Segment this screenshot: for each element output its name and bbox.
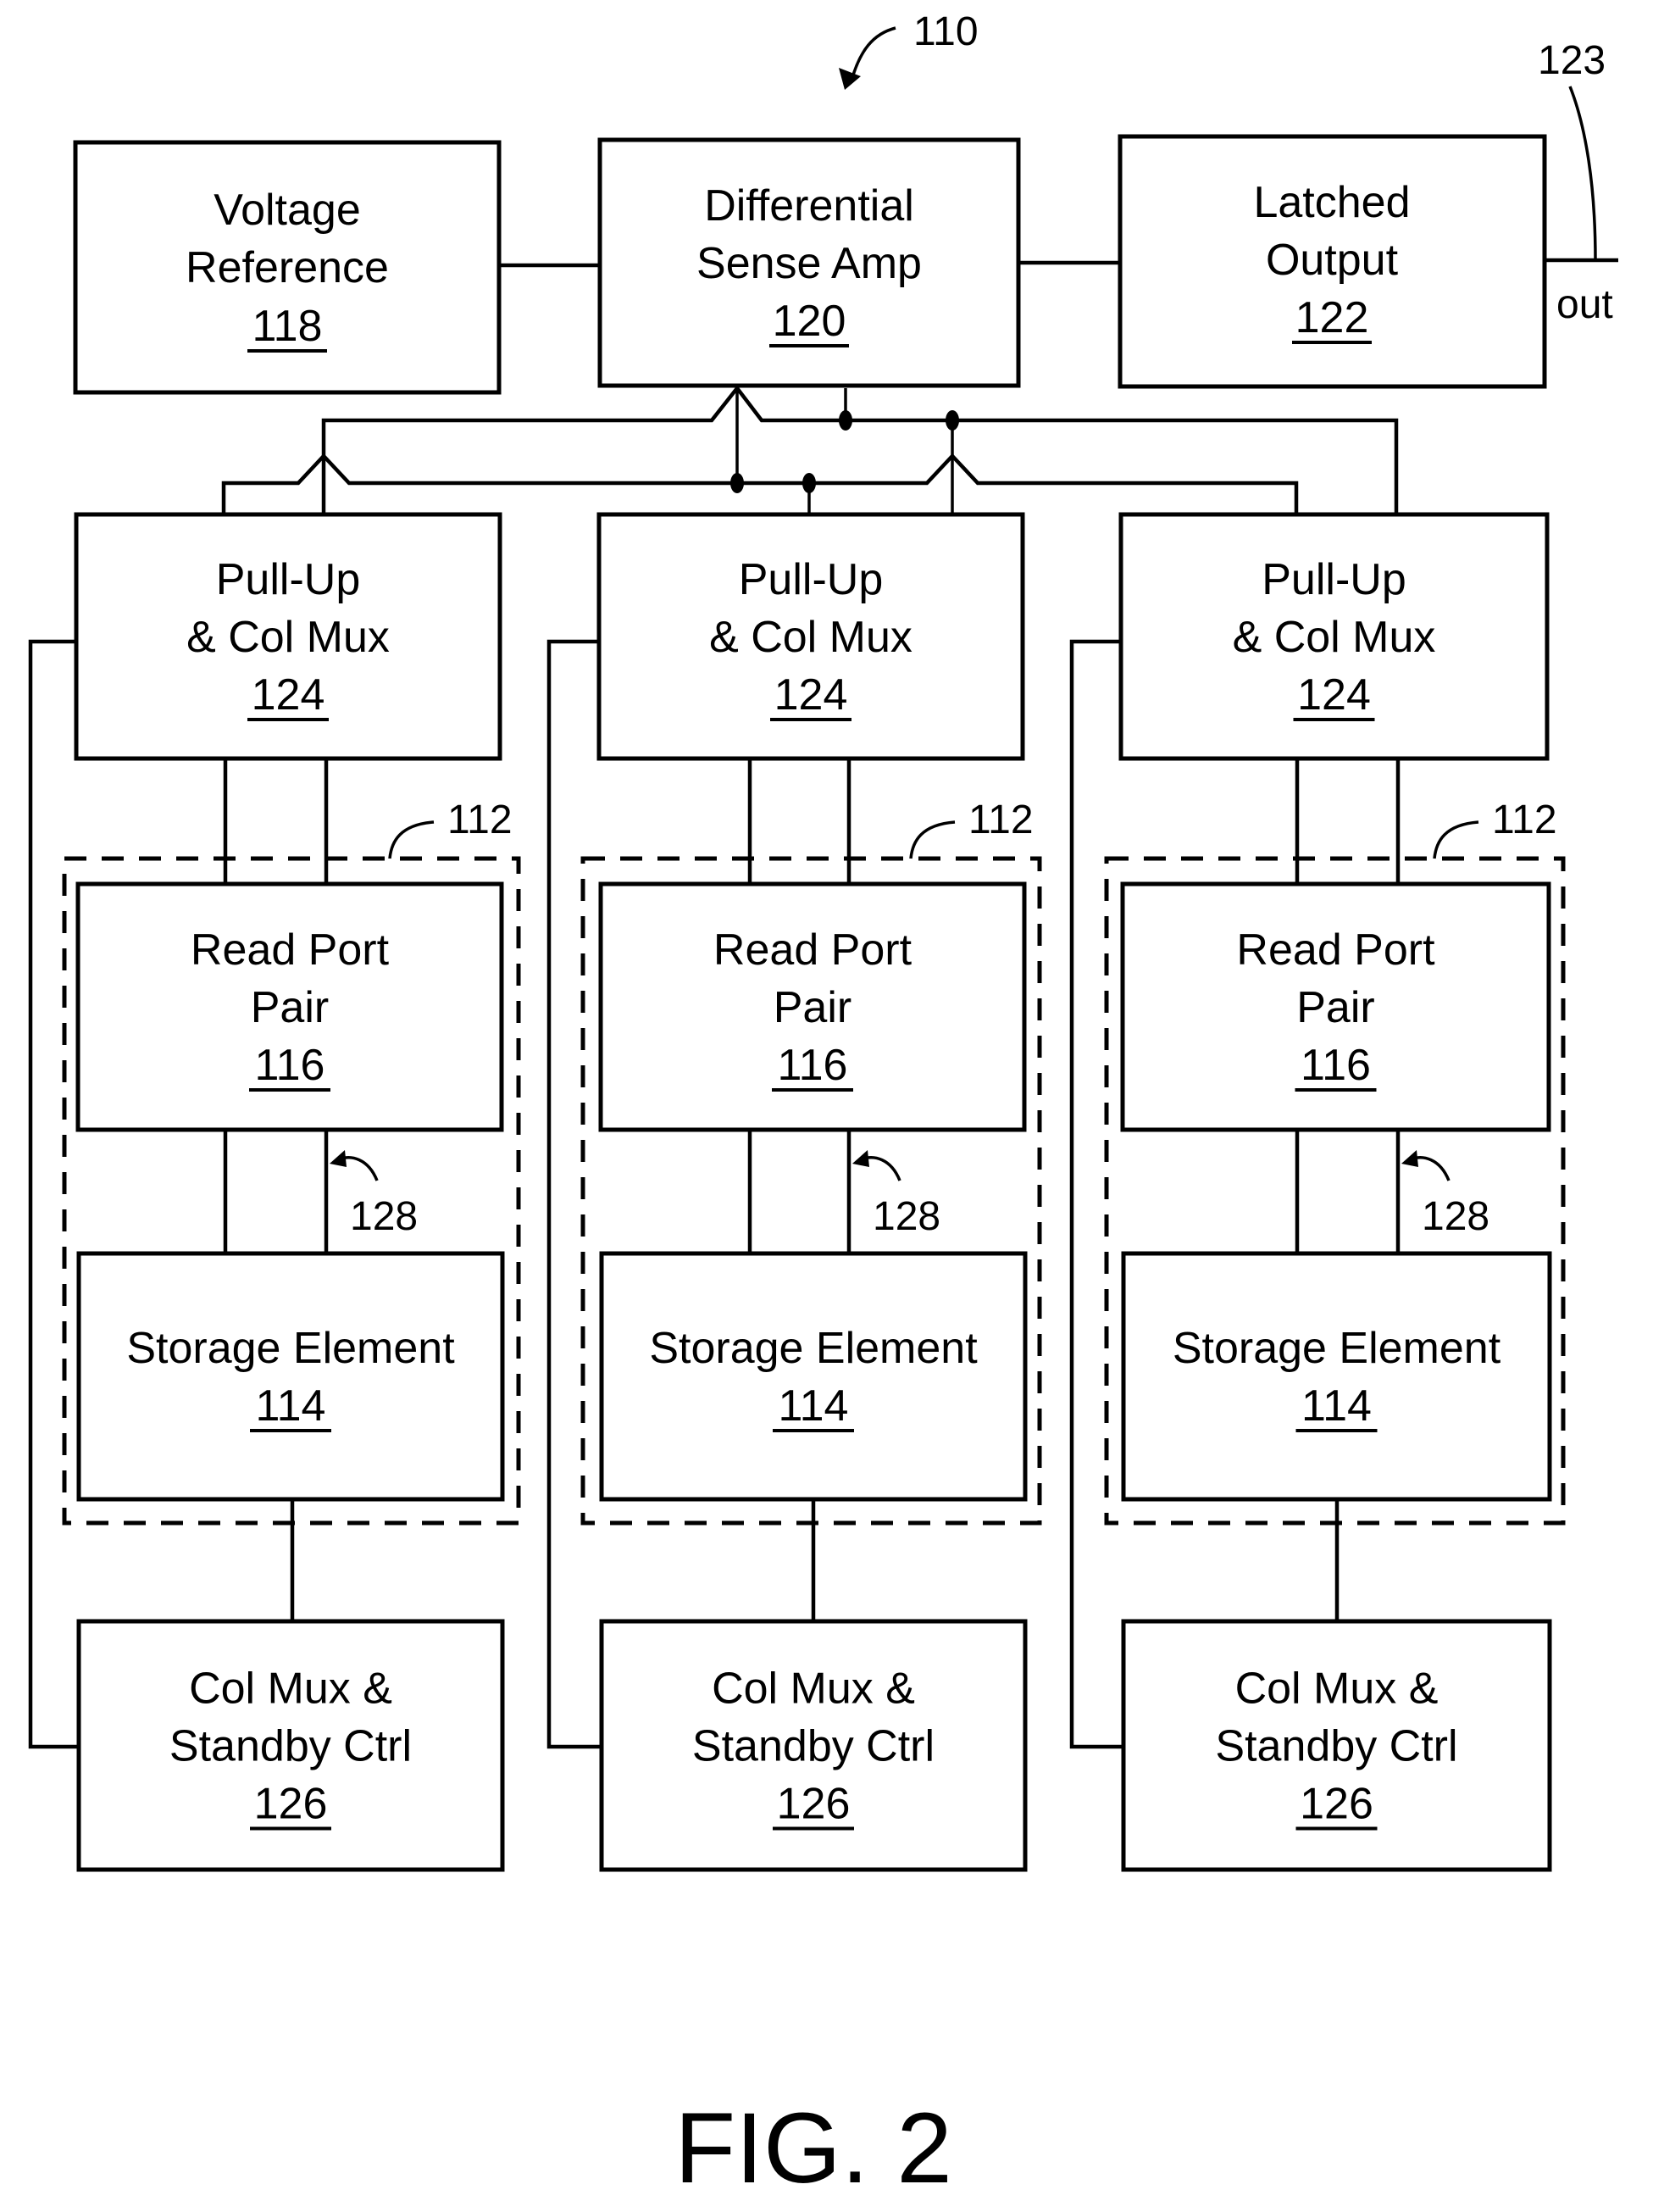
read-port-pair: Read Port Pair 116 bbox=[75, 881, 504, 1132]
junction-dot bbox=[802, 473, 816, 493]
read-port-pair: Read Port Pair 116 bbox=[1120, 881, 1551, 1132]
read-port-pair-line-1: Read Port bbox=[713, 925, 912, 975]
col-mux-standby-ctrl-line-2: Standby Ctrl bbox=[692, 1722, 935, 1771]
differential-sense-amp-block: Differential Sense Amp 120 bbox=[597, 137, 1021, 388]
reference-123-leader bbox=[1568, 86, 1597, 261]
pull-up-col-mux-line-2: & Col Mux bbox=[709, 613, 912, 662]
read-port-pair-line-1: Read Port bbox=[1236, 925, 1435, 975]
storage-element-box bbox=[76, 1251, 505, 1502]
storage-element-box bbox=[1121, 1251, 1552, 1502]
pull-up-col-mux-line-1: Pull-Up bbox=[1262, 555, 1406, 604]
figure-caption: FIG. 2 bbox=[674, 2093, 952, 2204]
node-128-label: 128 bbox=[1422, 1194, 1489, 1239]
lower-bus-wire bbox=[221, 453, 1299, 514]
col-mux-standby-ctrl-ref: 126 bbox=[777, 1780, 851, 1829]
read-port-pair-line-2: Pair bbox=[251, 983, 329, 1032]
memory-column-1: 112 Pull-Up & Col Mux 124 Read Port Pair 116 St… bbox=[28, 512, 521, 1872]
bitline-bus-network bbox=[221, 385, 1399, 514]
pull-up-col-mux-ref: 124 bbox=[252, 670, 325, 720]
sense-amp-line-2: Sense Amp bbox=[696, 239, 922, 288]
bitcell-reference-leader bbox=[909, 820, 956, 859]
voltage-reference-ref: 118 bbox=[252, 302, 323, 351]
col-mux-standby-ctrl-line-1: Col Mux & bbox=[1235, 1665, 1439, 1714]
reference-123-label: 123 bbox=[1538, 38, 1606, 83]
bitcell-reference-leader bbox=[1433, 820, 1479, 859]
storage-element-line-1: Storage Element bbox=[649, 1324, 978, 1373]
bitcell-reference-leader bbox=[388, 820, 435, 859]
sense-amp-ref: 120 bbox=[773, 297, 846, 346]
pull-up-col-mux-ref: 124 bbox=[1297, 670, 1371, 720]
latched-output-line-2: Output bbox=[1266, 236, 1399, 285]
storage-element-line-1: Storage Element bbox=[126, 1324, 455, 1373]
pull-up-col-mux-ref: 124 bbox=[774, 670, 848, 720]
col-mux-standby-ctrl-line-2: Standby Ctrl bbox=[1215, 1722, 1457, 1771]
storage-element-ref: 114 bbox=[779, 1381, 849, 1431]
junction-dot bbox=[946, 410, 959, 431]
storage-element-ref: 114 bbox=[1301, 1381, 1372, 1431]
memory-sense-circuit-diagram: 110 Voltage Reference 118 Differential S… bbox=[28, 9, 1618, 2204]
col-mux-standby-ctrl-line-1: Col Mux & bbox=[189, 1665, 392, 1714]
latched-output-block: Latched Output 122 bbox=[1118, 134, 1547, 389]
read-port-pair-ref: 116 bbox=[1301, 1041, 1371, 1090]
storage-element-box bbox=[599, 1251, 1028, 1502]
upper-bus-wire bbox=[321, 385, 1399, 514]
storage-element-line-1: Storage Element bbox=[1173, 1324, 1501, 1373]
latched-output-ref: 122 bbox=[1295, 293, 1369, 342]
pull-up-col-mux-line-1: Pull-Up bbox=[216, 555, 361, 604]
standby-control-return-wire bbox=[1069, 639, 1123, 1749]
pull-up-col-mux-line-1: Pull-Up bbox=[739, 555, 884, 604]
output-signal-label: out bbox=[1556, 282, 1613, 327]
voltage-reference-line-1: Voltage bbox=[214, 186, 361, 235]
read-port-pair-line-2: Pair bbox=[1296, 983, 1374, 1032]
voltage-reference-block: Voltage Reference 118 bbox=[73, 140, 502, 395]
storage-element-ref: 114 bbox=[256, 1381, 326, 1431]
read-port-pair: Read Port Pair 116 bbox=[598, 881, 1027, 1132]
junction-dot bbox=[730, 473, 744, 493]
node-128-arrowhead-icon bbox=[1401, 1150, 1418, 1167]
junction-dot bbox=[839, 410, 852, 431]
read-port-pair-ref: 116 bbox=[255, 1041, 325, 1090]
reference-110-label: 110 bbox=[913, 9, 979, 54]
pull-up-col-mux-line-2: & Col Mux bbox=[186, 613, 390, 662]
standby-control-return-wire bbox=[546, 639, 602, 1749]
node-128-arrowhead-icon bbox=[852, 1150, 869, 1167]
col-mux-standby-ctrl: Col Mux & Standby Ctrl 126 bbox=[1121, 1619, 1552, 1872]
pull-up-col-mux: Pull-Up & Col Mux 124 bbox=[74, 512, 502, 761]
node-128-label: 128 bbox=[350, 1194, 418, 1239]
bitcell-reference-label: 112 bbox=[1492, 798, 1557, 842]
read-port-pair-ref: 116 bbox=[778, 1041, 848, 1090]
col-mux-standby-ctrl-line-1: Col Mux & bbox=[712, 1665, 915, 1714]
pull-up-col-mux-line-2: & Col Mux bbox=[1233, 613, 1436, 662]
node-128-label: 128 bbox=[873, 1194, 940, 1239]
node-128-arrowhead-icon bbox=[330, 1150, 347, 1167]
memory-column-2: 112 Pull-Up & Col Mux 124 Read Port Pair 116 St… bbox=[546, 512, 1042, 1872]
sense-amp-line-1: Differential bbox=[704, 181, 914, 231]
voltage-reference-line-2: Reference bbox=[186, 243, 389, 292]
bitcell-reference-label: 112 bbox=[968, 798, 1034, 842]
col-mux-standby-ctrl-ref: 126 bbox=[1300, 1780, 1373, 1829]
memory-columns: 112 Pull-Up & Col Mux 124 Read Port Pair 116 St… bbox=[28, 512, 1566, 1872]
read-port-pair-line-2: Pair bbox=[774, 983, 851, 1032]
col-mux-standby-ctrl: Col Mux & Standby Ctrl 126 bbox=[76, 1619, 505, 1872]
bitcell-reference-label: 112 bbox=[447, 798, 513, 842]
storage-element: Storage Element 114 bbox=[76, 1251, 505, 1502]
col-mux-standby-ctrl-line-2: Standby Ctrl bbox=[169, 1722, 412, 1771]
reference-110-leader bbox=[850, 26, 896, 81]
memory-column-3: 112 Pull-Up & Col Mux 124 Read Port Pair 116 St… bbox=[1069, 512, 1566, 1872]
reference-110-arrowhead-icon bbox=[839, 68, 861, 90]
pull-up-col-mux: Pull-Up & Col Mux 124 bbox=[1118, 512, 1550, 761]
storage-element: Storage Element 114 bbox=[599, 1251, 1028, 1502]
col-mux-standby-ctrl-ref: 126 bbox=[254, 1780, 328, 1829]
storage-element: Storage Element 114 bbox=[1121, 1251, 1552, 1502]
latched-output-line-1: Latched bbox=[1253, 178, 1410, 227]
read-port-pair-line-1: Read Port bbox=[191, 925, 390, 975]
figure-reference-110: 110 bbox=[839, 9, 979, 90]
col-mux-standby-ctrl: Col Mux & Standby Ctrl 126 bbox=[599, 1619, 1028, 1872]
pull-up-col-mux: Pull-Up & Col Mux 124 bbox=[596, 512, 1025, 761]
standby-control-return-wire bbox=[28, 639, 79, 1749]
